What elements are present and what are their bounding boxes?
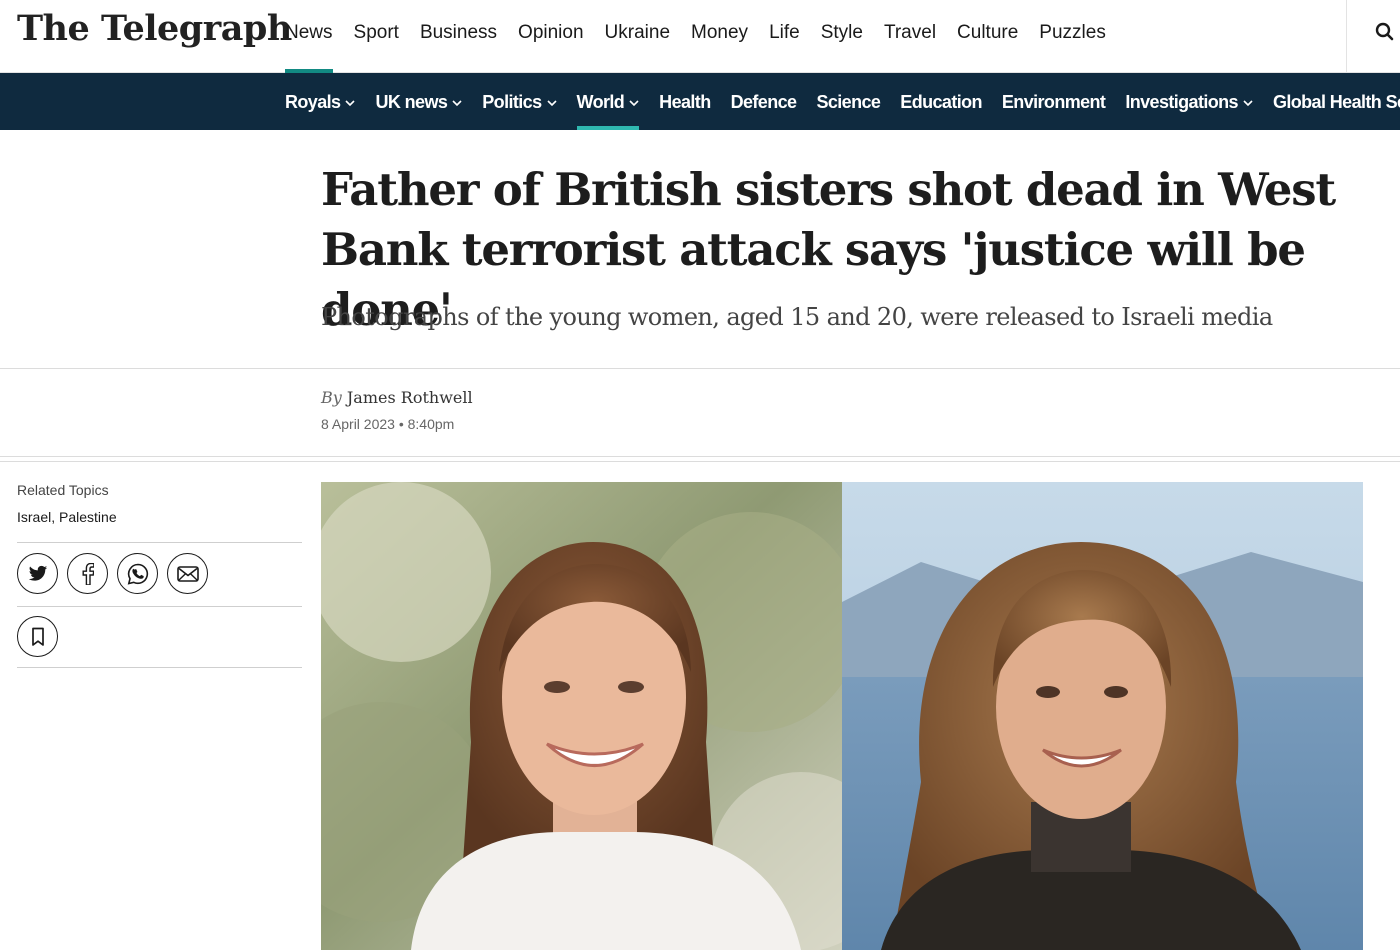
site-header: The Telegraph News Sport Business Opinio… bbox=[0, 0, 1400, 73]
divider bbox=[17, 667, 302, 668]
section-item-label: Science bbox=[816, 91, 881, 112]
section-item-global-health-security[interactable]: Global Health Security bbox=[1273, 73, 1400, 130]
section-nav: Royals UK news Politics World Health Def… bbox=[285, 73, 1400, 130]
divider bbox=[17, 606, 302, 607]
section-item-education[interactable]: Education bbox=[900, 73, 982, 130]
search-button[interactable] bbox=[1346, 0, 1400, 73]
section-item-label: Education bbox=[900, 91, 982, 112]
section-item-uk-news[interactable]: UK news bbox=[375, 73, 462, 130]
bookmark-icon bbox=[31, 627, 44, 646]
publish-date: 8 April 2023 • 8:40pm bbox=[321, 416, 455, 432]
section-item-investigations[interactable]: Investigations bbox=[1125, 73, 1253, 130]
section-item-label: Politics bbox=[482, 91, 542, 112]
section-item-politics[interactable]: Politics bbox=[482, 73, 557, 130]
section-item-defence[interactable]: Defence bbox=[731, 73, 797, 130]
twitter-icon bbox=[28, 565, 47, 581]
section-item-world[interactable]: World bbox=[576, 73, 640, 130]
divider bbox=[17, 542, 302, 543]
section-item-label: Royals bbox=[285, 91, 341, 112]
telegraph-logo[interactable]: The Telegraph bbox=[17, 8, 292, 49]
nav-item-travel[interactable]: Travel bbox=[884, 0, 936, 73]
author-link[interactable]: James Rothwell bbox=[347, 388, 473, 407]
section-item-environment[interactable]: Environment bbox=[1001, 73, 1106, 130]
divider bbox=[0, 368, 1400, 369]
section-item-royals[interactable]: Royals bbox=[285, 73, 356, 130]
nav-item-life[interactable]: Life bbox=[769, 0, 800, 73]
section-item-label: Defence bbox=[730, 91, 797, 112]
nav-item-sport[interactable]: Sport bbox=[354, 0, 399, 73]
nav-item-puzzles[interactable]: Puzzles bbox=[1039, 0, 1106, 73]
section-item-science[interactable]: Science bbox=[816, 73, 880, 130]
topic-link-israel[interactable]: Israel bbox=[17, 509, 51, 525]
chevron-down-icon bbox=[345, 99, 356, 106]
share-email-button[interactable] bbox=[167, 553, 208, 594]
nav-item-news[interactable]: News bbox=[285, 0, 333, 73]
byline-prefix: By bbox=[321, 388, 342, 407]
divider bbox=[0, 461, 1400, 462]
related-topics-label: Related Topics bbox=[17, 482, 109, 498]
section-item-label: Environment bbox=[1001, 91, 1106, 112]
nav-item-ukraine[interactable]: Ukraine bbox=[605, 0, 670, 73]
whatsapp-icon bbox=[127, 563, 148, 585]
main-nav: News Sport Business Opinion Ukraine Mone… bbox=[285, 0, 1127, 73]
nav-item-style[interactable]: Style bbox=[821, 0, 863, 73]
search-icon bbox=[1375, 22, 1394, 41]
share-facebook-button[interactable] bbox=[67, 553, 108, 594]
divider bbox=[0, 456, 1400, 457]
article-standfirst: Photographs of the young women, aged 15 … bbox=[321, 303, 1273, 331]
nav-item-culture[interactable]: Culture bbox=[957, 0, 1018, 73]
share-twitter-button[interactable] bbox=[17, 553, 58, 594]
email-icon bbox=[176, 565, 199, 582]
byline: By James Rothwell bbox=[321, 388, 473, 407]
facebook-icon bbox=[82, 562, 94, 585]
section-item-label: Global Health Security bbox=[1272, 91, 1400, 112]
chevron-down-icon bbox=[1243, 99, 1253, 106]
topic-link-palestine[interactable]: Palestine bbox=[59, 509, 117, 525]
share-buttons bbox=[17, 553, 217, 594]
section-item-label: Investigations bbox=[1125, 91, 1238, 112]
chevron-down-icon bbox=[546, 99, 557, 106]
nav-item-business[interactable]: Business bbox=[420, 0, 497, 73]
section-nav-bar: Royals UK news Politics World Health Def… bbox=[0, 73, 1400, 130]
lead-image bbox=[321, 482, 1363, 950]
section-item-label: World bbox=[576, 91, 625, 112]
lead-image-graphic bbox=[321, 482, 1363, 950]
section-item-health[interactable]: Health bbox=[659, 73, 711, 130]
section-item-label: Health bbox=[659, 91, 711, 112]
nav-item-money[interactable]: Money bbox=[691, 0, 748, 73]
save-article-button[interactable] bbox=[17, 616, 58, 657]
chevron-down-icon bbox=[629, 99, 639, 106]
section-item-label: UK news bbox=[375, 91, 448, 112]
related-topics: Israel, Palestine bbox=[17, 509, 117, 525]
chevron-down-icon bbox=[452, 99, 462, 106]
nav-item-opinion[interactable]: Opinion bbox=[518, 0, 584, 73]
share-whatsapp-button[interactable] bbox=[117, 553, 158, 594]
